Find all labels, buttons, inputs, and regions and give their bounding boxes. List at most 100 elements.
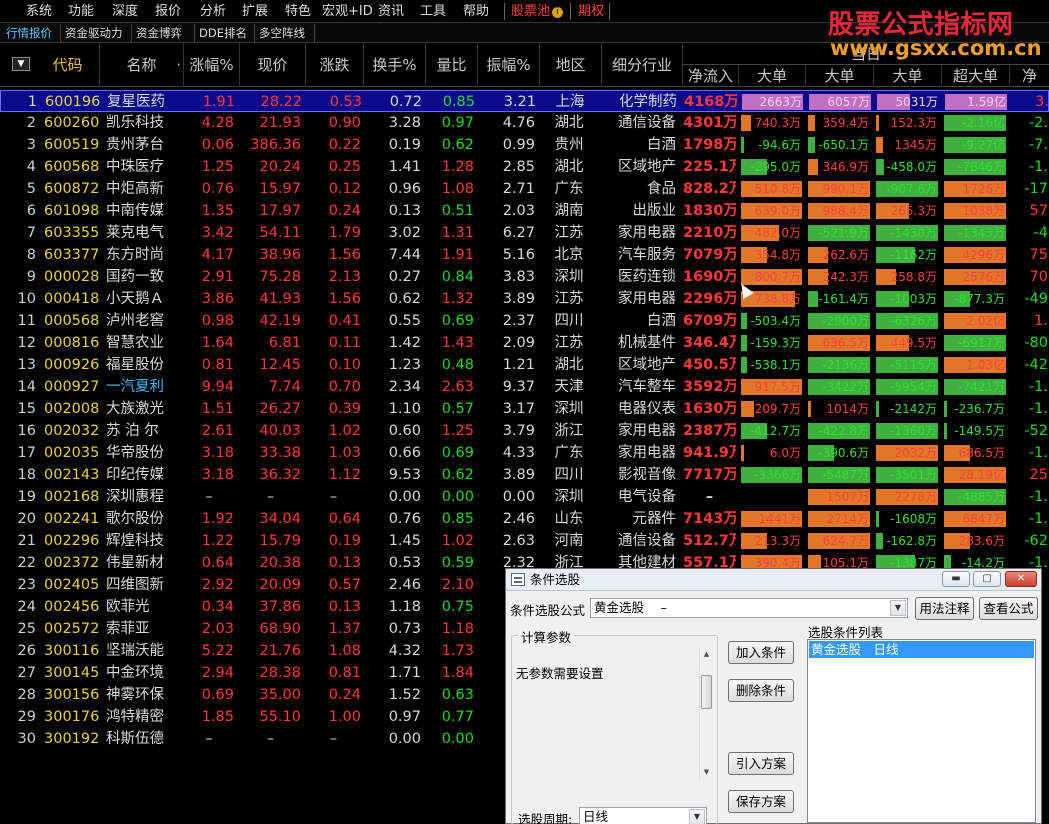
delete-condition-button[interactable]: 删除条件 [728, 679, 794, 702]
menu-item-10[interactable]: 帮助 [463, 0, 489, 23]
close-button[interactable]: ✕ [1005, 571, 1037, 587]
table-row[interactable]: 20 002241 歌尔股份 1.92 34.04 0.64 0.76 0.85 2.46 山东 元… [0, 508, 1049, 530]
col-price[interactable]: 现价 [240, 43, 306, 87]
scroll-up-icon[interactable]: ▲ [700, 647, 713, 661]
cell-net2: -1. [1028, 401, 1048, 417]
col-turnover[interactable]: 换手% [364, 43, 426, 87]
table-row[interactable]: 19 002168 深圳惠程 – – – 0.00 0.00 0.00 深圳 电气设备 – 1507万 2… [0, 486, 1049, 508]
tab-0[interactable]: 行情报价 [2, 24, 61, 42]
menu-item-8[interactable]: 资讯 [378, 0, 404, 23]
cell-amp: 0.00 [502, 489, 535, 505]
table-row[interactable]: 1 600196 复星医药 1.91 28.22 0.53 0.72 0.85 3.21 上海 化学… [0, 90, 1049, 112]
cell-n: 25 [17, 621, 36, 637]
col-big-3[interactable]: 大单 [874, 65, 942, 87]
menu-item-0[interactable]: 系统 [26, 0, 52, 23]
scroll-down-icon[interactable]: ▼ [700, 765, 713, 779]
col-superbig[interactable]: 超大单 [942, 65, 1010, 87]
menu-item-6[interactable]: 特色 [285, 0, 311, 23]
col-volratio[interactable]: 量比 [426, 43, 478, 87]
col-code[interactable]: 代码 [36, 43, 100, 87]
view-formula-button[interactable]: 查看公式 [979, 597, 1038, 620]
stock-pool-menu[interactable]: 股票池 i [511, 0, 564, 23]
menu-item-1[interactable]: 功能 [68, 0, 94, 23]
flow-value: -1343万 [958, 226, 1005, 240]
cell-name: 辉煌科技 [106, 533, 164, 549]
table-row[interactable]: 2 600260 凯乐科技 4.28 21.93 0.90 3.28 0.97 4.76 湖北 通信… [0, 112, 1049, 134]
add-condition-button[interactable]: 加入条件 [728, 641, 794, 664]
usage-notes-button[interactable]: 用法注释 [915, 597, 974, 620]
col-net-2[interactable]: 净 [1010, 65, 1049, 87]
table-row[interactable]: 12 000816 智慧农业 1.64 6.81 0.11 1.42 1.43 2.09 江苏 机械… [0, 332, 1049, 354]
table-row[interactable]: 14 000927 一汽夏利 9.94 7.74 0.70 2.34 2.63 9.37 天津 汽车… [0, 376, 1049, 398]
table-row[interactable]: 18 002143 印纪传媒 3.18 36.32 1.12 9.53 0.62 3.89 四川 影… [0, 464, 1049, 486]
cell-turn: 0.96 [388, 181, 421, 197]
table-row[interactable]: 9 000028 国药一致 2.91 75.28 2.13 0.27 0.84 3.83 深圳 医药… [0, 266, 1049, 288]
tab-4[interactable]: 多空阵线 [255, 24, 315, 42]
table-row[interactable]: 13 000926 福星股份 0.81 12.45 0.10 1.23 0.48 1.21 湖北 区… [0, 354, 1049, 376]
table-row[interactable]: 17 002035 华帝股份 3.18 33.38 1.03 0.66 0.69 4.33 广东 家… [0, 442, 1049, 464]
table-row[interactable]: 21 002296 辉煌科技 1.22 15.79 0.19 1.45 1.02 2.63 河南 通… [0, 530, 1049, 552]
table-row[interactable]: 6 601098 中南传媒 1.35 17.97 0.24 0.13 0.51 2.03 湖南 出版… [0, 200, 1049, 222]
col-big-1[interactable]: 大单 [739, 65, 806, 87]
cell-turn: 0.76 [388, 511, 421, 527]
cell-n: 15 [17, 401, 36, 417]
cell-pct: 1.92 [201, 511, 234, 527]
col-chg[interactable]: 涨跌 [306, 43, 364, 87]
menu-item-3[interactable]: 报价 [155, 0, 181, 23]
table-row[interactable]: 11 000568 泸州老窖 0.98 42.19 0.41 0.55 0.69 2.37 四川 白… [0, 310, 1049, 332]
menu-item-2[interactable]: 深度 [112, 0, 138, 23]
flow-bar-cell: 242.3万 [808, 266, 873, 288]
table-row[interactable]: 5 600872 中炬高新 0.76 15.97 0.12 0.96 1.08 2.71 广东 食品… [0, 178, 1049, 200]
params-scrollbar[interactable]: ▲ ▼ [699, 647, 713, 781]
options-menu[interactable]: 期权 [578, 0, 604, 23]
menu-item-4[interactable]: 分析 [200, 0, 226, 23]
period-select[interactable]: 日线 ▼ [579, 807, 707, 824]
save-plan-button[interactable]: 保存方案 [728, 790, 794, 813]
col-name[interactable]: 名称 · [100, 43, 184, 87]
scroll-thumb[interactable] [701, 675, 712, 709]
col-industry[interactable]: 细分行业 [602, 43, 683, 87]
formula-select[interactable]: 黄金选股 – ▼ [590, 598, 908, 618]
dialog-titlebar[interactable]: 条件选股 ▬ ▢ ✕ [506, 569, 1041, 591]
table-row[interactable]: 10 000418 小天鹅Ａ 3.86 41.93 1.56 0.62 1.32 3.89 江苏 家… [0, 288, 1049, 310]
tab-2[interactable]: 资金博弈 [132, 24, 195, 42]
col-big-2[interactable]: 大单 [806, 65, 874, 87]
flow-bar [808, 401, 811, 417]
menu-item-5[interactable]: 扩展 [242, 0, 268, 23]
table-row[interactable]: 16 002032 苏 泊 尔 2.61 40.03 1.02 0.60 1.25 3.79 浙江… [0, 420, 1049, 442]
cell-pct: 0.81 [201, 357, 234, 373]
cell-price: 17.97 [259, 203, 301, 219]
condition-list-item[interactable]: 黄金选股 日线 [809, 641, 1034, 658]
menu-item-9[interactable]: 工具 [420, 0, 446, 23]
flow-bar-cell: -1343万 [944, 222, 1009, 244]
menu-item-7[interactable]: 宏观+ID [322, 0, 373, 23]
cell-name: 国药一致 [106, 269, 164, 285]
table-row[interactable]: 8 603377 东方时尚 4.17 38.96 1.56 7.44 1.91 5.16 北京 汽车… [0, 244, 1049, 266]
flow-bar-cell: 449.5万 [876, 332, 941, 354]
col-netflow[interactable]: 净流入 [683, 65, 739, 87]
cell-code: 300116 [44, 643, 100, 659]
condition-list[interactable]: 黄金选股 日线 [807, 639, 1036, 823]
cell-code: 002168 [44, 489, 100, 505]
tab-1[interactable]: 资金驱动力 [61, 24, 132, 42]
sort-menu-button[interactable]: ▼ [12, 57, 30, 71]
table-row[interactable]: 4 600568 中珠医疗 1.25 20.24 0.25 1.41 1.28 2.85 湖北 区域… [0, 156, 1049, 178]
flow-bar-cell: -412.7万 [741, 420, 805, 442]
col-region[interactable]: 地区 [540, 43, 602, 87]
table-row[interactable]: 15 002008 大族激光 1.51 26.27 0.39 1.10 0.57 3.17 深圳 电… [0, 398, 1049, 420]
cell-turn: 0.00 [388, 489, 421, 505]
import-plan-button[interactable]: 引入方案 [728, 752, 794, 775]
cell-n: 27 [17, 665, 36, 681]
table-row[interactable]: 3 600519 贵州茅台 0.06 386.36 0.22 0.19 0.62 0.99 贵州 白… [0, 134, 1049, 156]
maximize-button[interactable]: ▢ [973, 571, 1001, 587]
flow-bar-cell: 1726万 [944, 178, 1009, 200]
flow-value: 28.19亿 [958, 468, 1005, 482]
cell-chg: 1.12 [328, 467, 361, 483]
col-pct[interactable]: 涨幅% [184, 43, 240, 87]
col-amplitude[interactable]: 振幅% [478, 43, 540, 87]
cell-net2: -17 [1024, 181, 1048, 197]
minimize-button[interactable]: ▬ [942, 571, 970, 587]
table-row[interactable]: 7 603355 莱克电气 3.42 54.11 1.79 3.02 1.31 6.27 江苏 家用… [0, 222, 1049, 244]
tab-3[interactable]: DDE排名 [195, 24, 255, 42]
cell-vr: 1.02 [441, 533, 474, 549]
